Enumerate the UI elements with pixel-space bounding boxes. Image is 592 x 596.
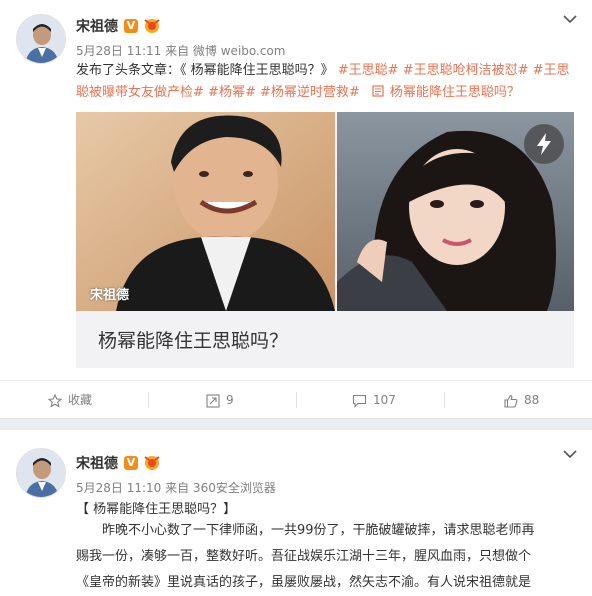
body-line: 昨晚不小心数了一下律师函，一共99份了，干脆破罐破摔，请求思聪老师再 — [102, 523, 535, 538]
avatar-image — [17, 15, 65, 63]
card-photo-right — [337, 112, 574, 311]
article-card[interactable]: 宋祖德 杨幂能降住王思聪吗？ — [76, 112, 574, 368]
author-name[interactable]: 宋祖德 — [76, 16, 118, 36]
thumbs-up-icon — [504, 394, 518, 408]
post-text-prefix: 发布了头条文章：《 杨幂能降住王思聪吗？》 — [76, 63, 338, 78]
divider — [444, 392, 445, 408]
repost-button[interactable]: 9 — [206, 381, 234, 419]
article-body: 昨晚不小心数了一下律师函，一共99份了，干脆破罐破摔，请求思聪老师再 赐我一份，… — [76, 518, 576, 596]
feed-separator — [0, 418, 592, 430]
member-medal-icon[interactable] — [143, 18, 161, 34]
author-avatar[interactable] — [16, 14, 66, 64]
flash-icon[interactable] — [524, 124, 564, 164]
post-meta[interactable]: 5月28日 11:11 来自 微博 weibo.com — [76, 42, 285, 59]
article-title: 【 杨幂能降住王思聪吗？】 — [76, 502, 237, 517]
member-medal-icon[interactable] — [143, 455, 161, 471]
hashtag[interactable]: #杨幂# — [208, 85, 256, 100]
repost-count: 9 — [226, 393, 234, 407]
chevron-down-icon[interactable] — [563, 14, 577, 24]
post-action-bar: 收藏 9 107 88 — [0, 380, 592, 418]
article-link[interactable]: 杨幂能降住王思聪吗？ — [364, 85, 520, 100]
body-line: 赐我一份，凑够一百，整数好听。吾征战娱乐江湖十三年，腥风血雨，只想做个 — [76, 549, 532, 564]
star-icon — [47, 393, 63, 408]
verified-badge-icon: V — [124, 19, 138, 33]
article-icon — [372, 85, 384, 97]
divider — [148, 392, 149, 408]
comment-button[interactable]: 107 — [352, 381, 396, 419]
hashtag[interactable]: #王思聪# — [338, 63, 399, 78]
chevron-down-icon[interactable] — [563, 449, 577, 459]
comment-icon — [352, 394, 367, 408]
card-photo-left: 宋祖德 — [76, 112, 335, 311]
post-meta[interactable]: 5月28日 11:10 来自 360安全浏览器 — [76, 479, 276, 496]
author-name[interactable]: 宋祖德 — [76, 453, 118, 473]
like-count: 88 — [524, 393, 540, 407]
divider — [296, 392, 297, 408]
verified-badge-icon: V — [124, 456, 138, 470]
article-link-text: 杨幂能降住王思聪吗？ — [389, 85, 520, 100]
like-button[interactable]: 88 — [504, 381, 539, 419]
favorite-button[interactable]: 收藏 — [47, 381, 93, 419]
comment-count: 107 — [373, 393, 396, 407]
hashtag[interactable]: #杨幂逆时营救# — [260, 85, 360, 100]
card-watermark: 宋祖德 — [90, 288, 130, 303]
favorite-label: 收藏 — [68, 393, 93, 407]
body-line: 《皇帝的新装》里说真话的孩子，虽屡败屡战，然矢志不渝。有人说宋祖德就是 — [76, 575, 532, 590]
card-title[interactable]: 杨幂能降住王思聪吗？ — [98, 326, 288, 353]
weibo-post: 宋祖德 V 5月28日 11:11 来自 微博 weibo.com 发布了头条文… — [0, 0, 592, 418]
repost-icon — [206, 393, 220, 408]
post-text: 发布了头条文章：《 杨幂能降住王思聪吗？》 #王思聪# #王思聪呛柯洁被怼# #… — [76, 60, 574, 104]
avatar-image — [17, 449, 65, 497]
hashtag[interactable]: #王思聪呛柯洁被怼# — [403, 63, 529, 78]
author-avatar[interactable] — [16, 448, 66, 498]
